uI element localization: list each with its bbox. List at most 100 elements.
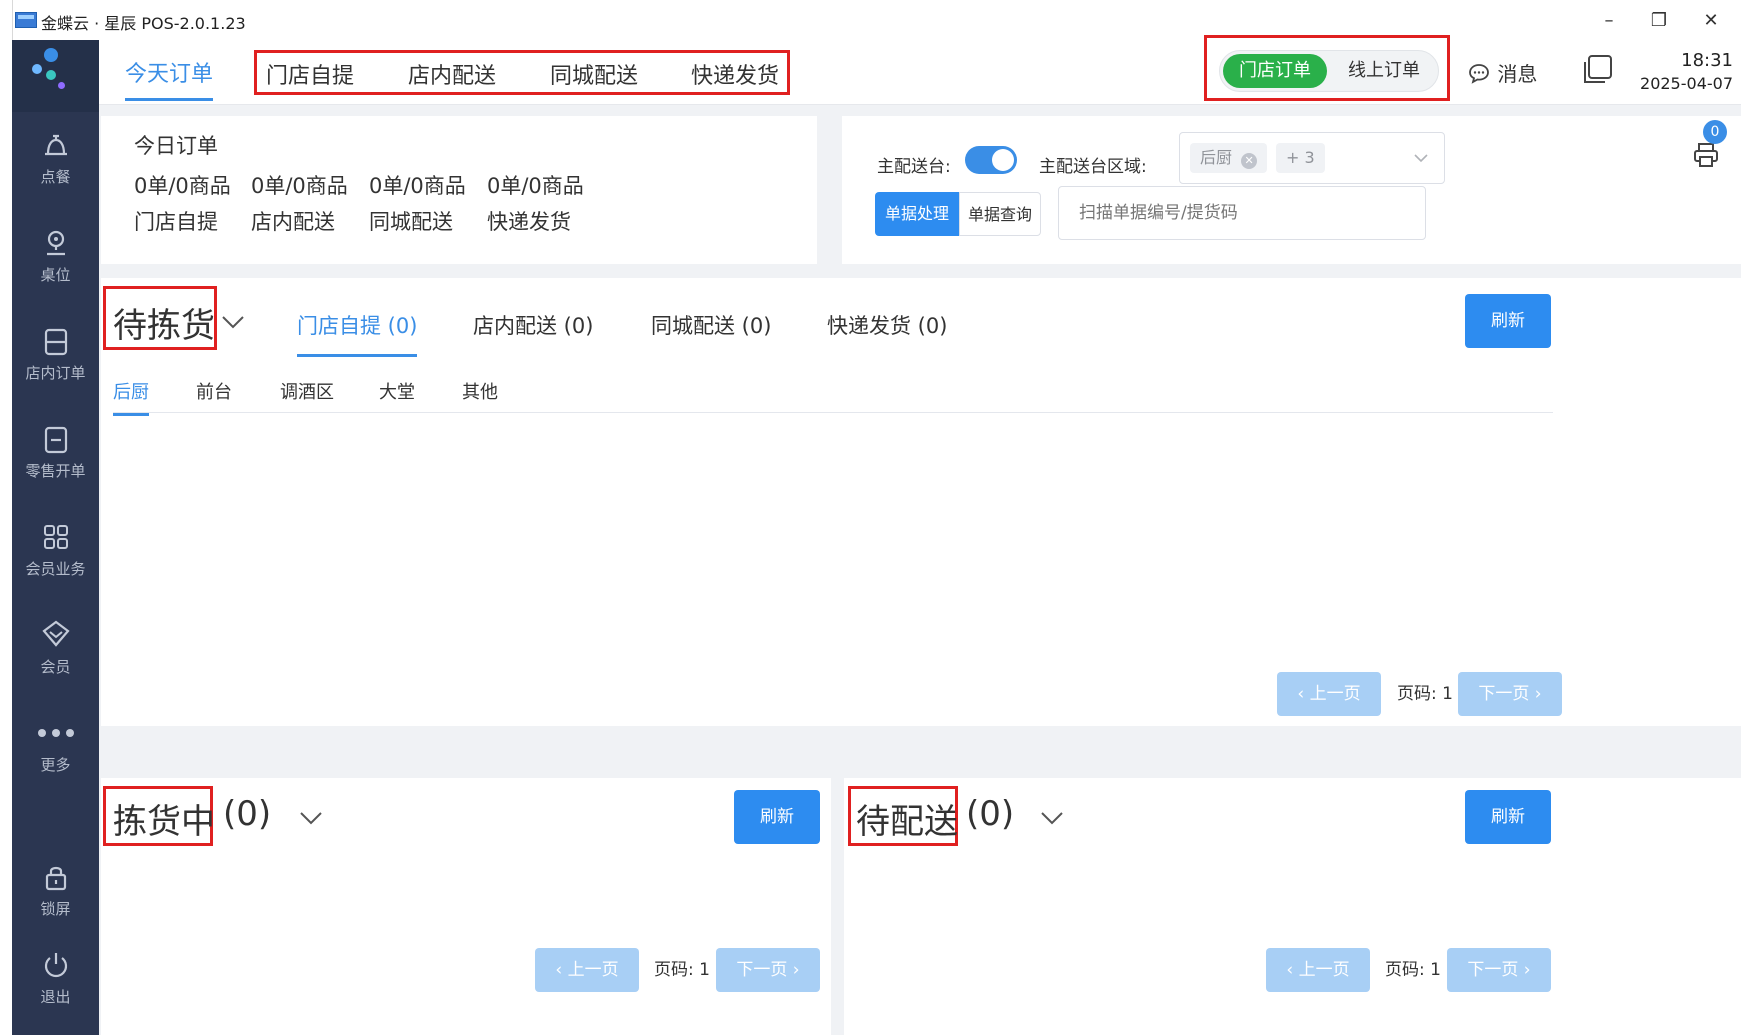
refresh-button[interactable]: 刷新 — [1465, 790, 1551, 844]
sidebar-item-more[interactable]: 更多 — [12, 716, 99, 806]
main-dispatch-switch[interactable] — [965, 146, 1017, 174]
prev-page-button[interactable]: ‹ 上一页 — [1277, 672, 1381, 716]
chevron-down-icon[interactable] — [297, 804, 325, 832]
main-area: 今天订单 门店自提 店内配送 同城配送 快递发货 门店订单 线上订单 消息 18… — [99, 35, 1741, 1035]
doc-query-tab[interactable]: 单据查询 — [959, 192, 1041, 236]
sidebar-item-table[interactable]: 桌位 — [12, 226, 99, 316]
tab-in-store-delivery[interactable]: 店内配送 — [408, 58, 496, 90]
picking-in-progress-count: (0) — [223, 794, 272, 834]
tab-local-delivery[interactable]: 同城配送 — [550, 58, 638, 90]
doc-process-tab[interactable]: 单据处理 — [875, 192, 959, 236]
summary-value: 0单/0商品 — [134, 174, 231, 198]
pending-picking-panel: 待拣货 门店自提 (0) 店内配送 (0) 同城配送 (0) 快递发货 (0) … — [101, 278, 1741, 726]
sidebar-item-lock[interactable]: 锁屏 — [12, 860, 99, 950]
printer-button[interactable] — [1691, 140, 1721, 174]
restore-button[interactable]: ❐ — [1639, 6, 1679, 36]
sidebar-item-label: 桌位 — [40, 266, 71, 284]
pending-delivery-panel: 待配送 (0) 刷新 ‹ 上一页 页码: 1 下一页 › — [844, 778, 1741, 1035]
tab-store-pickup-count[interactable]: 门店自提 (0) — [297, 310, 418, 357]
main-dispatch-label: 主配送台: — [877, 157, 951, 177]
sidebar: 点餐 桌位 店内订单 零售开单 会员业务 会员 更多 锁屏 退出 — [12, 40, 99, 1035]
print-count-badge: 0 — [1703, 120, 1727, 144]
sidebar-item-label: 锁屏 — [40, 900, 71, 918]
sidebar-item-label: 零售开单 — [25, 462, 86, 480]
summary-value: 0单/0商品 — [369, 174, 466, 198]
copy-window-icon[interactable] — [1579, 52, 1615, 92]
subtab-hall[interactable]: 大堂 — [379, 378, 415, 404]
refresh-button[interactable]: 刷新 — [734, 790, 820, 844]
chip-remove-icon[interactable]: ✕ — [1241, 153, 1258, 169]
sidebar-item-label: 会员业务 — [25, 560, 86, 578]
tab-express-count[interactable]: 快递发货 (0) — [827, 310, 947, 340]
today-summary-card: 今日订单 0单/0商品 0单/0商品 0单/0商品 0单/0商品 门店自提 店内… — [101, 116, 817, 264]
summary-label: 门店自提 — [134, 210, 218, 234]
sidebar-item-member-business[interactable]: 会员业务 — [12, 520, 99, 610]
grid-icon — [43, 525, 68, 549]
retail-icon — [44, 426, 67, 454]
picking-in-progress-title: 拣货中 — [113, 802, 215, 842]
sidebar-item-retail[interactable]: 零售开单 — [12, 422, 99, 512]
chevron-down-icon — [1414, 154, 1428, 163]
subtab-other[interactable]: 其他 — [462, 378, 498, 404]
app-icon — [15, 12, 37, 28]
subtab-bar[interactable]: 调酒区 — [280, 378, 334, 404]
summary-label: 店内配送 — [251, 210, 335, 234]
sidebar-item-order[interactable]: 点餐 — [12, 128, 99, 218]
refresh-button[interactable]: 刷新 — [1465, 294, 1551, 348]
summary-value: 0单/0商品 — [487, 174, 584, 198]
tab-today-orders[interactable]: 今天订单 — [125, 56, 214, 101]
close-button[interactable]: ✕ — [1691, 6, 1731, 36]
sidebar-item-label: 会员 — [40, 658, 71, 676]
chat-icon — [1469, 64, 1489, 84]
tab-in-store-delivery-count[interactable]: 店内配送 (0) — [473, 310, 593, 340]
prev-page-button[interactable]: ‹ 上一页 — [1266, 948, 1370, 992]
sidebar-item-label: 点餐 — [40, 168, 71, 186]
dispatch-card: 主配送台: 主配送台区域: 后厨 ✕ + 3 单据处理 单据查询 0 — [842, 116, 1741, 264]
chevron-down-icon[interactable] — [1038, 804, 1066, 832]
logo — [12, 40, 99, 112]
subtab-kitchen[interactable]: 后厨 — [113, 378, 149, 416]
receipt-icon — [44, 328, 67, 356]
printer-icon — [1694, 143, 1718, 167]
summary-title: 今日订单 — [134, 134, 218, 158]
order-source-toggle: 门店订单 线上订单 — [1219, 50, 1439, 92]
next-page-button[interactable]: 下一页 › — [1447, 948, 1551, 992]
dispatch-area-select[interactable]: 后厨 ✕ + 3 — [1179, 132, 1445, 184]
chevron-down-icon[interactable] — [219, 308, 247, 336]
subtab-front-desk[interactable]: 前台 — [196, 378, 232, 404]
top-nav: 今天订单 门店自提 店内配送 同城配送 快递发货 门店订单 线上订单 消息 18… — [99, 35, 1741, 105]
clock-date: 2025-04-07 — [1640, 74, 1733, 93]
bell-icon — [44, 134, 67, 156]
tab-store-pickup[interactable]: 门店自提 — [266, 58, 354, 90]
page-number: 页码: 1 — [1385, 960, 1441, 980]
more-icon — [37, 729, 74, 737]
divider — [113, 412, 1553, 413]
prev-page-button[interactable]: ‹ 上一页 — [535, 948, 639, 992]
summary-value: 0单/0商品 — [251, 174, 348, 198]
lock-icon — [45, 866, 66, 891]
scan-input[interactable] — [1058, 186, 1426, 240]
location-icon — [46, 230, 65, 256]
area-chip-label: 后厨 — [1200, 148, 1233, 167]
messages-button[interactable]: 消息 — [1467, 58, 1537, 87]
power-icon — [44, 953, 67, 978]
tab-express[interactable]: 快递发货 — [691, 58, 779, 90]
diamond-icon — [41, 620, 70, 647]
sidebar-item-label: 店内订单 — [25, 364, 86, 382]
sidebar-item-logout[interactable]: 退出 — [12, 948, 99, 1035]
pending-picking-title: 待拣货 — [113, 306, 215, 346]
messages-label: 消息 — [1497, 62, 1538, 86]
next-page-button[interactable]: 下一页 › — [716, 948, 820, 992]
sidebar-item-label: 退出 — [40, 988, 71, 1006]
summary-label: 同城配送 — [369, 210, 453, 234]
minimize-button[interactable]: – — [1589, 6, 1629, 36]
store-orders-toggle[interactable]: 门店订单 — [1223, 54, 1327, 88]
next-page-button[interactable]: 下一页 › — [1458, 672, 1562, 716]
sidebar-item-label: 更多 — [40, 756, 71, 774]
sidebar-item-member[interactable]: 会员 — [12, 618, 99, 708]
page-number: 页码: 1 — [1397, 684, 1453, 704]
online-orders-toggle[interactable]: 线上订单 — [1332, 54, 1436, 88]
sidebar-item-store-orders[interactable]: 店内订单 — [12, 324, 99, 414]
tab-local-delivery-count[interactable]: 同城配送 (0) — [651, 310, 771, 340]
pending-delivery-count: (0) — [966, 794, 1015, 834]
